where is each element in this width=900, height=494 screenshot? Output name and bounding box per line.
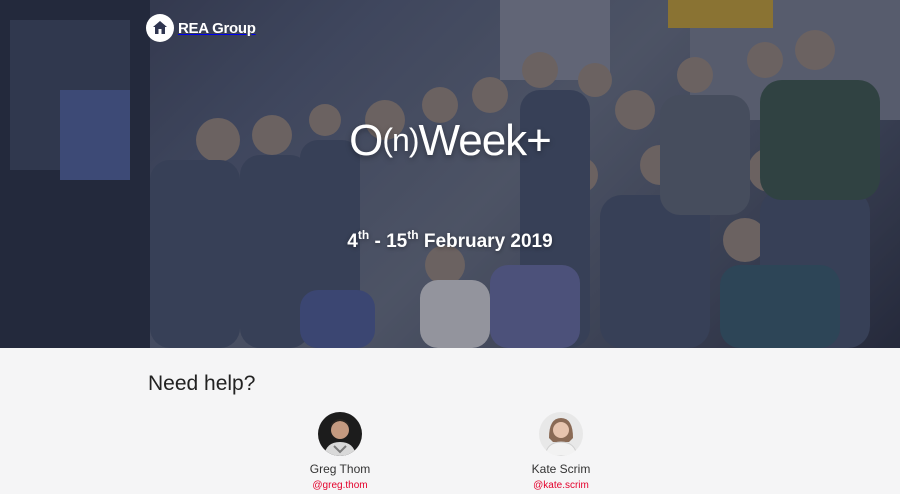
- house-icon: [146, 14, 174, 42]
- title-prefix: O: [349, 116, 383, 165]
- date-start-day: 4: [347, 231, 358, 252]
- rea-group-logo[interactable]: REA Group: [146, 14, 256, 42]
- brand-name: REA Group: [178, 19, 256, 37]
- contact-card-kate: Kate Scrim @kate.scrim: [481, 412, 641, 491]
- title-suffix: Week+: [418, 116, 551, 165]
- hero-overlay: [0, 0, 900, 348]
- date-start-suffix: th: [357, 228, 370, 242]
- date-rest: February 2019: [418, 231, 553, 252]
- event-dates: 4th - 15th February 2019: [0, 228, 900, 253]
- avatar: [318, 412, 362, 456]
- date-separator: - 15: [369, 231, 408, 252]
- contact-handle-link[interactable]: @kate.scrim: [481, 480, 641, 491]
- page-title: O(n)Week+: [0, 116, 900, 166]
- contact-card-greg: Greg Thom @greg.thom: [260, 412, 420, 491]
- date-end-suffix: th: [407, 228, 419, 242]
- help-section: Need help? Greg Thom @greg.thom Kate Scr…: [0, 348, 900, 494]
- contact-name: Kate Scrim: [531, 462, 591, 476]
- avatar: [539, 412, 583, 456]
- contact-name: Greg Thom: [309, 462, 371, 476]
- help-heading: Need help?: [148, 372, 256, 395]
- title-paren: (n): [382, 122, 419, 158]
- contact-handle-link[interactable]: @greg.thom: [260, 480, 420, 491]
- hero-banner: REA Group O(n)Week+ 4th - 15th February …: [0, 0, 900, 348]
